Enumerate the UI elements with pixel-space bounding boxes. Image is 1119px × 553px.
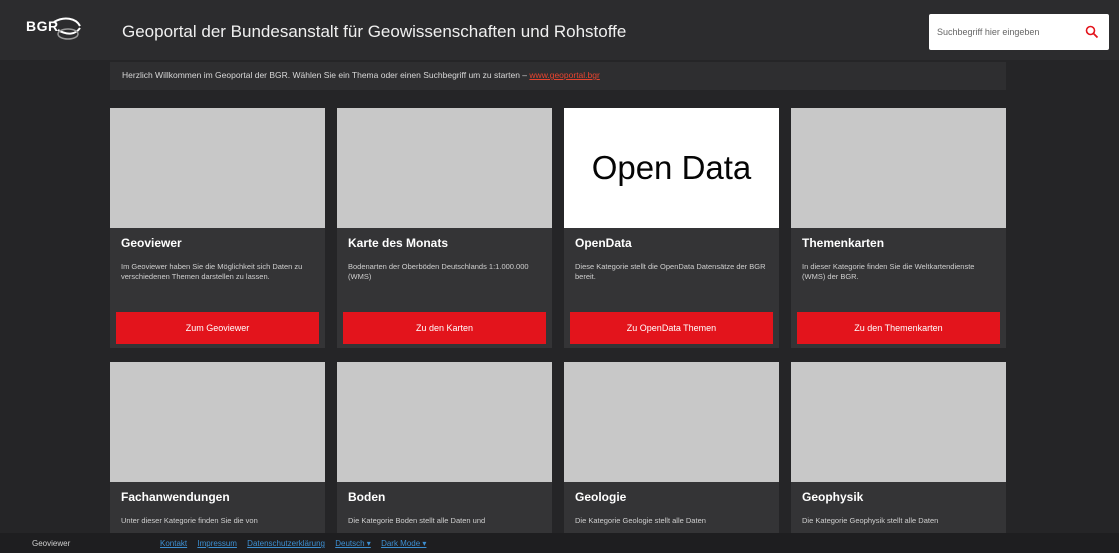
welcome-link[interactable]: www.geoportal.bgr bbox=[529, 70, 599, 80]
card-geologie: Geologie Die Kategorie Geologie stellt a… bbox=[564, 362, 779, 533]
card-image-themenkarten[interactable] bbox=[791, 108, 1006, 228]
card-description: Im Geoviewer haben Sie die Möglichkeit s… bbox=[121, 262, 303, 281]
footer-bar: Geoviewer Kontakt Impressum Datenschutze… bbox=[0, 533, 1119, 553]
footer-link-datenschutz[interactable]: Datenschutzerklärung bbox=[247, 539, 325, 548]
card-image-geophysik[interactable] bbox=[791, 362, 1006, 482]
card-themenkarten: Themenkarten In dieser Kategorie finden … bbox=[791, 108, 1006, 348]
dark-mode-dropdown[interactable]: Dark Mode ▾ bbox=[381, 539, 426, 548]
welcome-banner: Herzlich Willkommen im Geoportal der BGR… bbox=[110, 62, 1006, 90]
logo-swoosh-icon bbox=[53, 17, 81, 40]
opendata-image-text: Open Data bbox=[591, 149, 752, 186]
app-header: BGR Geoportal der Bundesanstalt für Geow… bbox=[0, 0, 1119, 60]
search-input[interactable] bbox=[937, 22, 1077, 42]
card-description: Die Kategorie Boden stellt alle Daten un… bbox=[348, 516, 486, 525]
card-description: Unter dieser Kategorie finden Sie die vo… bbox=[121, 516, 258, 525]
card-geophysik: Geophysik Die Kategorie Geophysik stellt… bbox=[791, 362, 1006, 533]
opendata-button[interactable]: Zu OpenData Themen bbox=[570, 312, 773, 344]
card-description: Diese Kategorie stellt die OpenData Date… bbox=[575, 262, 766, 281]
search-box bbox=[929, 14, 1109, 50]
card-image-fachanwendungen[interactable] bbox=[110, 362, 325, 482]
card-karte-des-monats: Karte des Monats Bodenarten der Oberböde… bbox=[337, 108, 552, 348]
search-button[interactable] bbox=[1081, 20, 1103, 44]
card-title: Karte des Monats bbox=[348, 236, 449, 250]
card-image-opendata[interactable]: Open Data bbox=[564, 108, 779, 228]
card-title: Geoviewer bbox=[121, 236, 182, 250]
card-description: Die Kategorie Geologie stellt alle Daten bbox=[575, 516, 706, 525]
search-icon bbox=[1085, 25, 1099, 39]
card-image-karte-des-monats[interactable] bbox=[337, 108, 552, 228]
card-title: Geophysik bbox=[802, 490, 864, 504]
card-title: Fachanwendungen bbox=[121, 490, 230, 504]
card-boden: Boden Die Kategorie Boden stellt alle Da… bbox=[337, 362, 552, 533]
language-dropdown[interactable]: Deutsch ▾ bbox=[335, 539, 371, 548]
karten-button[interactable]: Zu den Karten bbox=[343, 312, 546, 344]
card-description: Bodenarten der Oberböden Deutschlands 1:… bbox=[348, 262, 529, 281]
welcome-text: Herzlich Willkommen im Geoportal der BGR… bbox=[122, 70, 528, 80]
footer-link-kontakt[interactable]: Kontakt bbox=[160, 539, 187, 548]
card-title: OpenData bbox=[575, 236, 632, 250]
card-title: Boden bbox=[348, 490, 386, 504]
card-image-geologie[interactable] bbox=[564, 362, 779, 482]
footer-label: Geoviewer bbox=[32, 539, 71, 548]
card-description: In dieser Kategorie finden Sie die Weltk… bbox=[802, 262, 975, 281]
card-fachanwendungen: Fachanwendungen Unter dieser Kategorie f… bbox=[110, 362, 325, 533]
page-title: Geoportal der Bundesanstalt für Geowisse… bbox=[122, 22, 627, 41]
card-title: Geologie bbox=[575, 490, 627, 504]
card-geoviewer: Geoviewer Im Geoviewer haben Sie die Mög… bbox=[110, 108, 325, 348]
card-image-geoviewer[interactable] bbox=[110, 108, 325, 228]
card-opendata: Open Data OpenData Diese Kategorie stell… bbox=[564, 108, 779, 348]
card-description: Die Kategorie Geophysik stellt alle Date… bbox=[802, 516, 939, 525]
geoviewer-button[interactable]: Zum Geoviewer bbox=[116, 312, 319, 344]
card-image-boden[interactable] bbox=[337, 362, 552, 482]
bgr-logo[interactable]: BGR bbox=[24, 12, 84, 46]
themenkarten-button[interactable]: Zu den Themenkarten bbox=[797, 312, 1000, 344]
footer-link-impressum[interactable]: Impressum bbox=[197, 539, 237, 548]
card-title: Themenkarten bbox=[802, 236, 885, 250]
footer-links: Kontakt Impressum Datenschutzerklärung D… bbox=[160, 539, 434, 548]
